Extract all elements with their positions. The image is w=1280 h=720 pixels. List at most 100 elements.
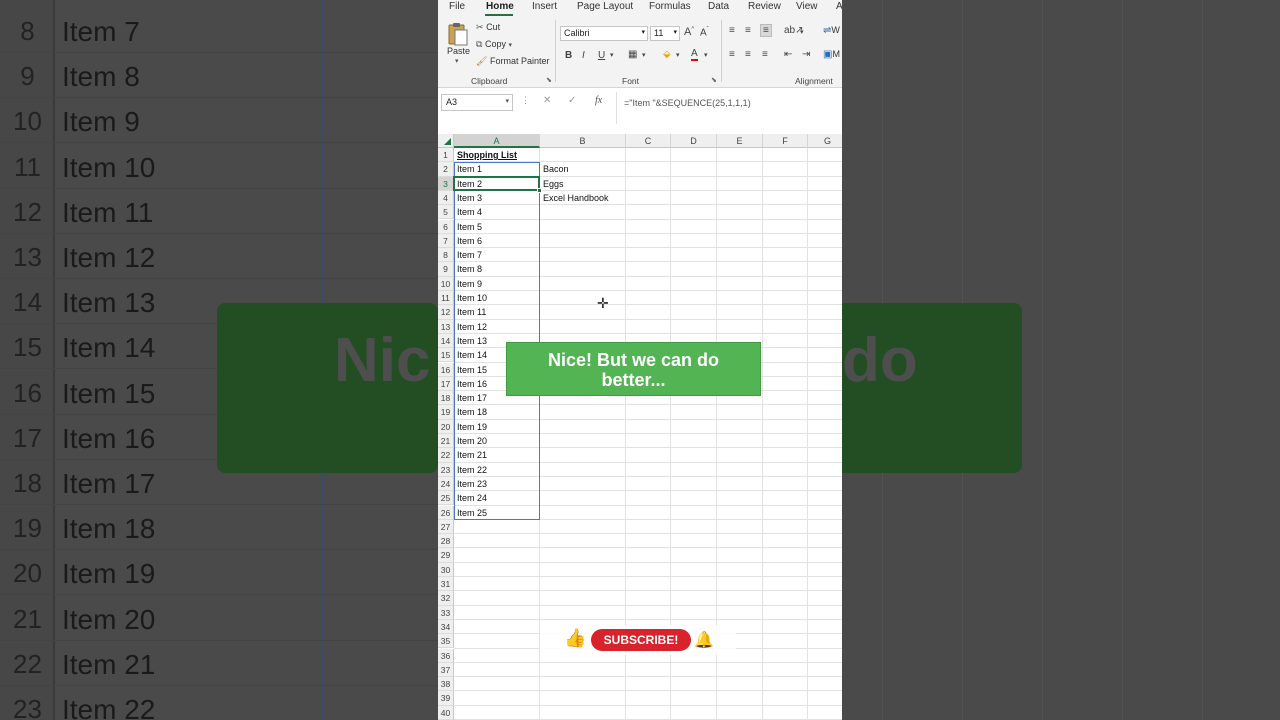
bell-icon[interactable]: 🔔 <box>694 630 714 650</box>
column-header-b[interactable]: B <box>540 134 626 148</box>
row-header-17[interactable]: 17 <box>438 376 454 392</box>
align-left-icon[interactable]: ≡ <box>729 49 735 60</box>
column-header-d[interactable]: D <box>671 134 717 148</box>
row-header-40[interactable]: 40 <box>438 705 454 720</box>
formula-input[interactable]: ="Item "&SEQUENCE(25,1,1,1) <box>624 98 751 108</box>
row-header-6[interactable]: 6 <box>438 219 454 234</box>
paste-button[interactable] <box>446 21 472 49</box>
fill-color-icon[interactable]: ⬙ <box>663 49 671 60</box>
tab-data[interactable]: Data <box>708 1 729 12</box>
borders-dropdown-icon[interactable]: ▾ <box>642 51 646 59</box>
font-size-select[interactable]: 11 ▾ <box>650 26 680 41</box>
column-header-a[interactable]: A <box>454 134 540 148</box>
font-launcher-icon[interactable]: ⬊ <box>711 76 717 84</box>
name-box[interactable]: A3 ▾ <box>441 94 513 111</box>
column-header-e[interactable]: E <box>717 134 763 148</box>
row-header-16[interactable]: 16 <box>438 362 454 377</box>
active-cell-selection[interactable] <box>453 175 542 193</box>
row-header-5[interactable]: 5 <box>438 205 454 220</box>
decrease-indent-icon[interactable]: ⇤ <box>784 49 792 60</box>
grow-font-button[interactable]: A^ <box>684 26 694 38</box>
align-right-icon[interactable]: ≡ <box>762 49 768 60</box>
cell-b2[interactable]: Bacon <box>540 162 569 176</box>
merge-center-button[interactable]: ▣M <box>823 49 840 60</box>
format-painter-button[interactable]: 🖌 Format Painter <box>476 56 549 67</box>
enter-icon[interactable]: ✓ <box>568 95 576 106</box>
column-header-c[interactable]: C <box>626 134 671 148</box>
font-name-select[interactable]: Calibri ▾ <box>560 26 648 41</box>
clipboard-launcher-icon[interactable]: ⬊ <box>546 76 552 84</box>
shrink-font-button[interactable]: Aˇ <box>700 27 709 38</box>
column-header-f[interactable]: F <box>763 134 808 148</box>
row-header-30[interactable]: 30 <box>438 562 454 577</box>
row-header-8[interactable]: 8 <box>438 248 454 263</box>
select-all-button[interactable] <box>438 134 454 148</box>
column-header-g[interactable]: G <box>808 134 842 148</box>
bold-button[interactable]: B <box>565 50 572 61</box>
tab-insert[interactable]: Insert <box>532 1 557 12</box>
cell-a1-header[interactable]: Shopping List <box>454 148 540 162</box>
tab-home[interactable]: Home <box>486 1 514 12</box>
thumbs-up-icon[interactable]: 👍 <box>564 628 586 649</box>
paste-dropdown-icon[interactable]: ▾ <box>455 57 459 65</box>
cell-b4[interactable]: Excel Handbook <box>540 191 609 205</box>
fill-dropdown-icon[interactable]: ▾ <box>676 51 680 59</box>
row-header-33[interactable]: 33 <box>438 605 454 620</box>
orientation-dropdown-icon[interactable]: ▾ <box>800 28 804 36</box>
cancel-icon[interactable]: ✕ <box>543 95 551 106</box>
row-header-19[interactable]: 19 <box>438 405 454 420</box>
align-top-icon[interactable]: ≡ <box>729 25 735 36</box>
row-header-22[interactable]: 22 <box>438 448 454 463</box>
tab-review[interactable]: Review <box>748 1 781 12</box>
row-header-26[interactable]: 26 <box>438 505 454 520</box>
font-color-button[interactable]: A <box>691 48 698 61</box>
cut-button[interactable]: ✂ Cut <box>476 22 500 33</box>
increase-indent-icon[interactable]: ⇥ <box>802 49 810 60</box>
row-header-32[interactable]: 32 <box>438 591 454 606</box>
subscribe-button[interactable]: SUBSCRIBE! <box>591 629 691 651</box>
tab-formulas[interactable]: Formulas <box>649 1 691 12</box>
align-center-icon[interactable]: ≡ <box>745 49 751 60</box>
row-header-18[interactable]: 18 <box>438 391 454 406</box>
row-header-13[interactable]: 13 <box>438 319 454 334</box>
tab-file[interactable]: File <box>449 1 465 12</box>
row-header-15[interactable]: 15 <box>438 348 454 363</box>
row-header-11[interactable]: 11 <box>438 291 454 306</box>
underline-dropdown-icon[interactable]: ▾ <box>610 51 614 59</box>
paste-label[interactable]: Paste <box>447 46 470 56</box>
cell-b3[interactable]: Eggs <box>540 177 564 191</box>
row-header-7[interactable]: 7 <box>438 233 454 249</box>
row-header-29[interactable]: 29 <box>438 548 454 563</box>
row-header-2[interactable]: 2 <box>438 162 454 177</box>
tab-view[interactable]: View <box>796 1 818 12</box>
row-header-38[interactable]: 38 <box>438 677 454 692</box>
font-color-dropdown-icon[interactable]: ▾ <box>704 51 708 59</box>
align-middle-icon[interactable]: ≡ <box>745 25 751 36</box>
insert-function-button[interactable]: fx <box>595 95 602 106</box>
row-header-34[interactable]: 34 <box>438 619 454 635</box>
row-header-28[interactable]: 28 <box>438 534 454 549</box>
copy-button[interactable]: ⧉ Copy ▾ <box>476 39 512 50</box>
row-header-4[interactable]: 4 <box>438 190 454 206</box>
row-header-1[interactable]: 1 <box>438 148 454 163</box>
row-header-25[interactable]: 25 <box>438 491 454 506</box>
row-header-31[interactable]: 31 <box>438 577 454 592</box>
row-header-37[interactable]: 37 <box>438 662 454 678</box>
row-header-10[interactable]: 10 <box>438 276 454 291</box>
row-header-12[interactable]: 12 <box>438 305 454 320</box>
borders-icon[interactable]: ▦ <box>628 49 637 60</box>
row-header-35[interactable]: 35 <box>438 634 454 649</box>
row-header-9[interactable]: 9 <box>438 262 454 277</box>
row-header-36[interactable]: 36 <box>438 648 454 663</box>
row-header-21[interactable]: 21 <box>438 434 454 449</box>
row-header-27[interactable]: 27 <box>438 519 454 535</box>
italic-button[interactable]: I <box>582 50 585 61</box>
row-header-3[interactable]: 3 <box>438 176 454 191</box>
tab-more[interactable]: A <box>836 1 842 12</box>
wrap-text-button[interactable]: ⇌W <box>823 25 840 36</box>
row-header-24[interactable]: 24 <box>438 476 454 492</box>
underline-button[interactable]: U <box>598 50 605 61</box>
fill-handle[interactable] <box>537 187 542 193</box>
align-bottom-icon[interactable]: ≡ <box>760 24 772 37</box>
row-header-39[interactable]: 39 <box>438 691 454 706</box>
